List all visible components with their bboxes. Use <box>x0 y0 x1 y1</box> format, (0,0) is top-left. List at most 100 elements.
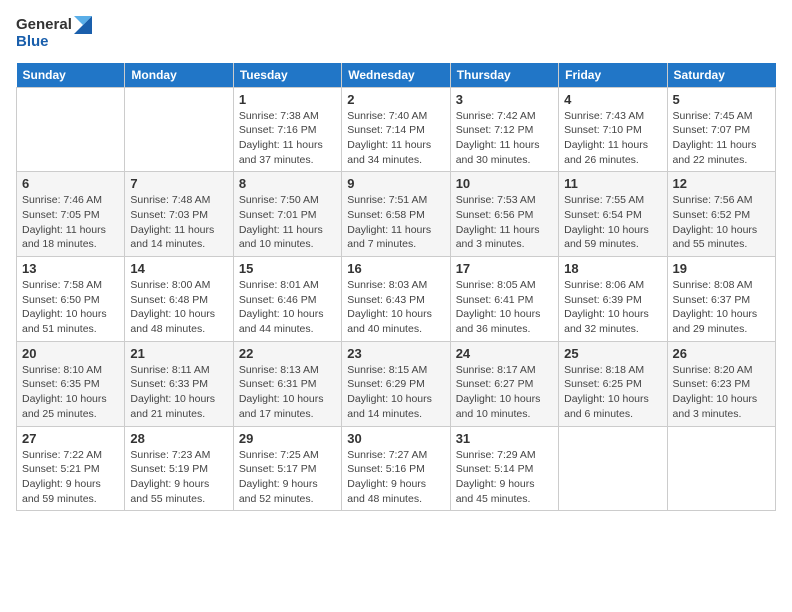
calendar-cell: 4 Sunrise: 7:43 AMSunset: 7:10 PMDaylight… <box>559 87 667 172</box>
day-number: 10 <box>456 176 553 191</box>
day-number: 31 <box>456 431 553 446</box>
day-number: 2 <box>347 92 444 107</box>
calendar-cell <box>559 426 667 511</box>
day-info: Sunrise: 8:06 AMSunset: 6:39 PMDaylight:… <box>564 278 661 337</box>
day-info: Sunrise: 7:22 AMSunset: 5:21 PMDaylight:… <box>22 448 119 507</box>
calendar-cell: 9 Sunrise: 7:51 AMSunset: 6:58 PMDaylight… <box>342 172 450 257</box>
day-number: 12 <box>673 176 770 191</box>
day-number: 14 <box>130 261 227 276</box>
day-number: 25 <box>564 346 661 361</box>
calendar-cell: 28 Sunrise: 7:23 AMSunset: 5:19 PMDayligh… <box>125 426 233 511</box>
day-info: Sunrise: 7:46 AMSunset: 7:05 PMDaylight:… <box>22 193 119 252</box>
calendar-week-row: 1Sunrise: 7:38 AMSunset: 7:16 PMDaylight… <box>17 87 776 172</box>
calendar-cell: 7 Sunrise: 7:48 AMSunset: 7:03 PMDaylight… <box>125 172 233 257</box>
calendar-cell: 11 Sunrise: 7:55 AMSunset: 6:54 PMDayligh… <box>559 172 667 257</box>
day-info: Sunrise: 7:29 AMSunset: 5:14 PMDaylight:… <box>456 448 553 507</box>
day-info: Sunrise: 7:48 AMSunset: 7:03 PMDaylight:… <box>130 193 227 252</box>
day-number: 9 <box>347 176 444 191</box>
day-number: 28 <box>130 431 227 446</box>
day-info: Sunrise: 7:56 AMSunset: 6:52 PMDaylight:… <box>673 193 770 252</box>
day-number: 27 <box>22 431 119 446</box>
day-number: 20 <box>22 346 119 361</box>
calendar-cell: 26Sunrise: 8:20 AMSunset: 6:23 PMDayligh… <box>667 341 775 426</box>
calendar-week-row: 27 Sunrise: 7:22 AMSunset: 5:21 PMDayligh… <box>17 426 776 511</box>
calendar-cell <box>17 87 125 172</box>
day-number: 6 <box>22 176 119 191</box>
weekday-header-row: SundayMondayTuesdayWednesdayThursdayFrid… <box>17 63 776 88</box>
day-info: Sunrise: 8:13 AMSunset: 6:31 PMDaylight:… <box>239 363 336 422</box>
calendar-cell: 13 Sunrise: 7:58 AMSunset: 6:50 PMDayligh… <box>17 257 125 342</box>
day-number: 23 <box>347 346 444 361</box>
day-info: Sunrise: 8:05 AMSunset: 6:41 PMDaylight:… <box>456 278 553 337</box>
calendar-week-row: 6 Sunrise: 7:46 AMSunset: 7:05 PMDaylight… <box>17 172 776 257</box>
day-info: Sunrise: 7:51 AMSunset: 6:58 PMDaylight:… <box>347 193 444 252</box>
day-info: Sunrise: 7:43 AMSunset: 7:10 PMDaylight:… <box>564 109 661 168</box>
calendar-cell: 18 Sunrise: 8:06 AMSunset: 6:39 PMDayligh… <box>559 257 667 342</box>
day-number: 29 <box>239 431 336 446</box>
day-number: 13 <box>22 261 119 276</box>
calendar-cell: 6 Sunrise: 7:46 AMSunset: 7:05 PMDaylight… <box>17 172 125 257</box>
day-info: Sunrise: 8:18 AMSunset: 6:25 PMDaylight:… <box>564 363 661 422</box>
calendar-cell: 31 Sunrise: 7:29 AMSunset: 5:14 PMDayligh… <box>450 426 558 511</box>
day-info: Sunrise: 7:50 AMSunset: 7:01 PMDaylight:… <box>239 193 336 252</box>
calendar-cell: 30 Sunrise: 7:27 AMSunset: 5:16 PMDayligh… <box>342 426 450 511</box>
day-info: Sunrise: 7:27 AMSunset: 5:16 PMDaylight:… <box>347 448 444 507</box>
day-number: 7 <box>130 176 227 191</box>
day-number: 22 <box>239 346 336 361</box>
calendar-cell <box>667 426 775 511</box>
day-number: 5 <box>673 92 770 107</box>
day-number: 4 <box>564 92 661 107</box>
calendar-cell: 29 Sunrise: 7:25 AMSunset: 5:17 PMDayligh… <box>233 426 341 511</box>
calendar-cell: 27 Sunrise: 7:22 AMSunset: 5:21 PMDayligh… <box>17 426 125 511</box>
day-info: Sunrise: 7:58 AMSunset: 6:50 PMDaylight:… <box>22 278 119 337</box>
day-number: 19 <box>673 261 770 276</box>
day-number: 17 <box>456 261 553 276</box>
day-number: 30 <box>347 431 444 446</box>
weekday-header: Wednesday <box>342 63 450 88</box>
day-info: Sunrise: 8:00 AMSunset: 6:48 PMDaylight:… <box>130 278 227 337</box>
weekday-header: Saturday <box>667 63 775 88</box>
day-number: 18 <box>564 261 661 276</box>
calendar-cell: 23 Sunrise: 8:15 AMSunset: 6:29 PMDayligh… <box>342 341 450 426</box>
calendar-cell: 22 Sunrise: 8:13 AMSunset: 6:31 PMDayligh… <box>233 341 341 426</box>
day-number: 15 <box>239 261 336 276</box>
weekday-header: Sunday <box>17 63 125 88</box>
day-info: Sunrise: 8:17 AMSunset: 6:27 PMDaylight:… <box>456 363 553 422</box>
day-info: Sunrise: 7:55 AMSunset: 6:54 PMDaylight:… <box>564 193 661 252</box>
logo: General Blue <box>16 16 92 51</box>
weekday-header: Monday <box>125 63 233 88</box>
weekday-header: Thursday <box>450 63 558 88</box>
day-info: Sunrise: 7:38 AMSunset: 7:16 PMDaylight:… <box>239 109 336 168</box>
day-info: Sunrise: 8:08 AMSunset: 6:37 PMDaylight:… <box>673 278 770 337</box>
day-number: 21 <box>130 346 227 361</box>
calendar-cell: 25 Sunrise: 8:18 AMSunset: 6:25 PMDayligh… <box>559 341 667 426</box>
day-number: 3 <box>456 92 553 107</box>
calendar-cell: 20 Sunrise: 8:10 AMSunset: 6:35 PMDayligh… <box>17 341 125 426</box>
day-number: 16 <box>347 261 444 276</box>
day-info: Sunrise: 7:42 AMSunset: 7:12 PMDaylight:… <box>456 109 553 168</box>
day-number: 8 <box>239 176 336 191</box>
calendar-cell: 17 Sunrise: 8:05 AMSunset: 6:41 PMDayligh… <box>450 257 558 342</box>
calendar-week-row: 20 Sunrise: 8:10 AMSunset: 6:35 PMDayligh… <box>17 341 776 426</box>
day-info: Sunrise: 7:23 AMSunset: 5:19 PMDaylight:… <box>130 448 227 507</box>
calendar-cell: 8 Sunrise: 7:50 AMSunset: 7:01 PMDaylight… <box>233 172 341 257</box>
day-info: Sunrise: 8:01 AMSunset: 6:46 PMDaylight:… <box>239 278 336 337</box>
day-info: Sunrise: 8:15 AMSunset: 6:29 PMDaylight:… <box>347 363 444 422</box>
calendar-cell: 14 Sunrise: 8:00 AMSunset: 6:48 PMDayligh… <box>125 257 233 342</box>
day-number: 11 <box>564 176 661 191</box>
calendar-cell: 1Sunrise: 7:38 AMSunset: 7:16 PMDaylight… <box>233 87 341 172</box>
day-number: 24 <box>456 346 553 361</box>
weekday-header: Tuesday <box>233 63 341 88</box>
calendar-cell: 24 Sunrise: 8:17 AMSunset: 6:27 PMDayligh… <box>450 341 558 426</box>
weekday-header: Friday <box>559 63 667 88</box>
calendar-cell: 3 Sunrise: 7:42 AMSunset: 7:12 PMDaylight… <box>450 87 558 172</box>
day-info: Sunrise: 7:40 AMSunset: 7:14 PMDaylight:… <box>347 109 444 168</box>
calendar-cell: 21Sunrise: 8:11 AMSunset: 6:33 PMDayligh… <box>125 341 233 426</box>
day-info: Sunrise: 8:03 AMSunset: 6:43 PMDaylight:… <box>347 278 444 337</box>
day-info: Sunrise: 8:10 AMSunset: 6:35 PMDaylight:… <box>22 363 119 422</box>
calendar-cell: 12 Sunrise: 7:56 AMSunset: 6:52 PMDayligh… <box>667 172 775 257</box>
day-info: Sunrise: 8:20 AMSunset: 6:23 PMDaylight:… <box>673 363 770 422</box>
day-info: Sunrise: 7:25 AMSunset: 5:17 PMDaylight:… <box>239 448 336 507</box>
calendar-cell: 5Sunrise: 7:45 AMSunset: 7:07 PMDaylight… <box>667 87 775 172</box>
calendar-cell <box>125 87 233 172</box>
